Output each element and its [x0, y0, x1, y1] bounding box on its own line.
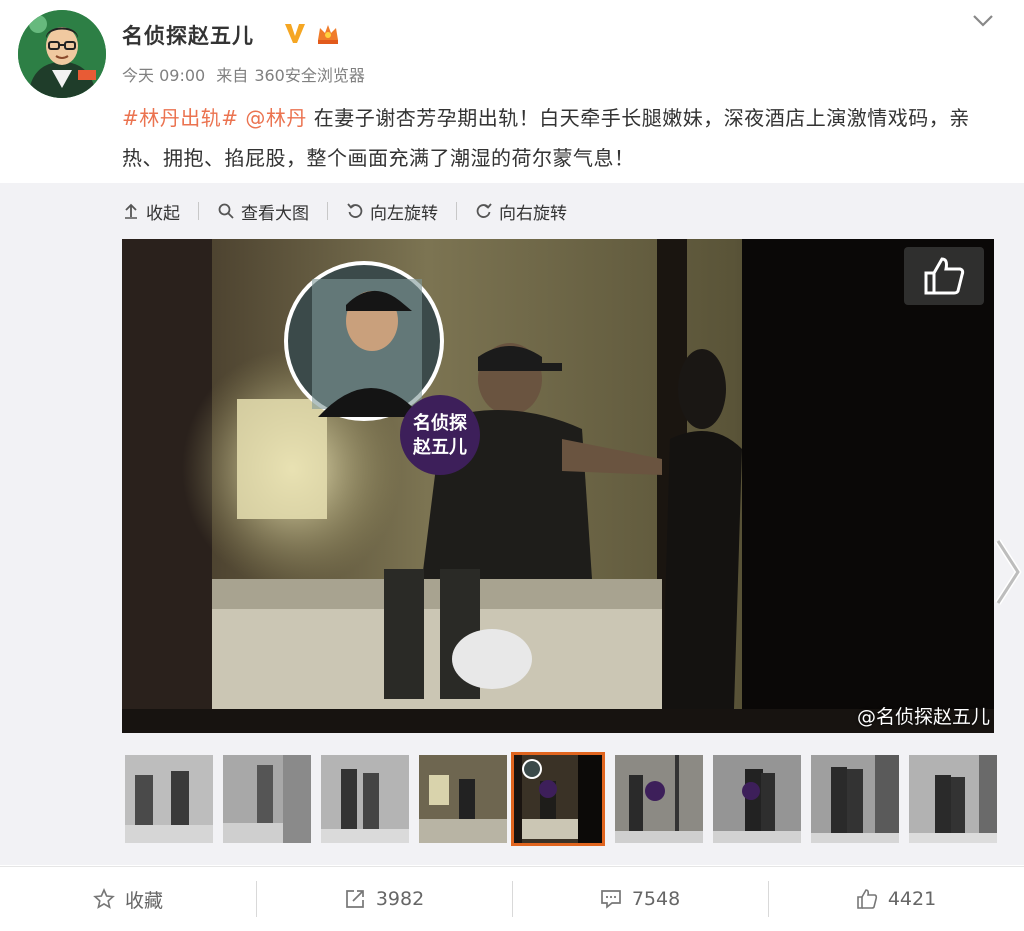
rotate-left-button[interactable]: 向左旋转	[346, 199, 438, 224]
media-box: 收起 查看大图 向左旋转 向右旋转 名侦探 赵五儿 @名侦探赵五儿	[0, 183, 1024, 865]
arrow-up-icon	[125, 203, 137, 219]
thumbnail-strip	[125, 752, 1000, 846]
repost-icon	[345, 890, 364, 908]
svg-text:赵五儿: 赵五儿	[412, 436, 467, 458]
post-time[interactable]: 今天 09:00	[122, 66, 205, 85]
favorite-label: 收藏	[124, 889, 163, 912]
image-toolbar: 收起 查看大图 向左旋转 向右旋转	[122, 197, 567, 225]
rotate-right-icon	[476, 203, 492, 218]
thumbnail-4[interactable]	[419, 755, 507, 843]
comment-count: 7548	[631, 888, 681, 910]
repost-count: 3982	[375, 888, 425, 910]
thumbnail-2[interactable]	[223, 755, 311, 843]
thumbnail-9[interactable]	[909, 755, 997, 843]
rotate-right-label: 向右旋转	[499, 203, 567, 224]
author-name[interactable]: 名侦探赵五儿	[122, 20, 254, 50]
view-large-label: 查看大图	[241, 203, 309, 224]
repost-button[interactable]: 3982	[256, 867, 512, 931]
main-photo[interactable]: 名侦探 赵五儿 @名侦探赵五儿	[122, 239, 994, 733]
thumbnail-3[interactable]	[321, 755, 409, 843]
collapse-button[interactable]: 收起	[122, 199, 180, 224]
like-button[interactable]: 4421	[768, 867, 1024, 931]
action-bar: 收藏 3982 7548 4421	[0, 866, 1024, 931]
toolbar-divider	[456, 202, 457, 220]
star-icon	[93, 888, 115, 909]
svg-text:名侦探: 名侦探	[413, 412, 468, 434]
photo-scene: 名侦探 赵五儿	[122, 239, 994, 733]
view-large-button[interactable]: 查看大图	[217, 199, 309, 224]
photo-watermark: @名侦探赵五儿	[856, 706, 990, 728]
thumbnail-6[interactable]	[615, 755, 703, 843]
chevron-down-icon[interactable]	[968, 10, 998, 32]
author-avatar[interactable]	[18, 10, 106, 98]
post-header: 名侦探赵五儿 今天 09:00 来自 360安全浏览器 #林丹出轨# @林丹 在妻…	[0, 0, 1024, 183]
hashtag-link[interactable]: #林丹出轨#	[122, 106, 239, 130]
like-count: 4421	[887, 888, 937, 910]
source-prefix: 来自	[216, 66, 249, 85]
photo-like-button[interactable]	[904, 247, 984, 305]
verified-v-icon	[285, 24, 305, 43]
toolbar-divider	[198, 202, 199, 220]
inset-circle	[284, 261, 444, 421]
post-text: #林丹出轨# @林丹 在妻子谢杏芳孕期出轨！白天牵手长腿嫩妹，深夜酒店上演激情戏…	[122, 98, 1002, 178]
thumbnail-1[interactable]	[125, 755, 213, 843]
photo-logo-badge: 名侦探 赵五儿	[400, 395, 480, 475]
mention-link[interactable]: @林丹	[245, 106, 307, 130]
vip-crown-icon[interactable]	[314, 20, 342, 48]
thumbnail-8[interactable]	[811, 755, 899, 843]
cartoon-avatar-icon	[18, 10, 106, 98]
thumbnail-7[interactable]	[713, 755, 801, 843]
rotate-left-label: 向左旋转	[370, 203, 438, 224]
toolbar-divider	[327, 202, 328, 220]
chevron-right-icon[interactable]	[990, 535, 1024, 609]
post-source[interactable]: 360安全浏览器	[254, 66, 365, 85]
favorite-button[interactable]: 收藏	[0, 867, 256, 931]
rotate-left-icon	[347, 203, 363, 218]
comment-button[interactable]: 7548	[512, 867, 768, 931]
post-meta: 今天 09:00 来自 360安全浏览器	[122, 62, 371, 86]
comment-icon	[600, 890, 621, 909]
thumbs-up-icon	[924, 257, 965, 295]
search-icon	[218, 203, 234, 219]
collapse-label: 收起	[146, 203, 180, 224]
thumbs-up-icon	[857, 889, 877, 909]
rotate-right-button[interactable]: 向右旋转	[475, 199, 567, 224]
thumbnail-5-active[interactable]	[511, 752, 605, 846]
